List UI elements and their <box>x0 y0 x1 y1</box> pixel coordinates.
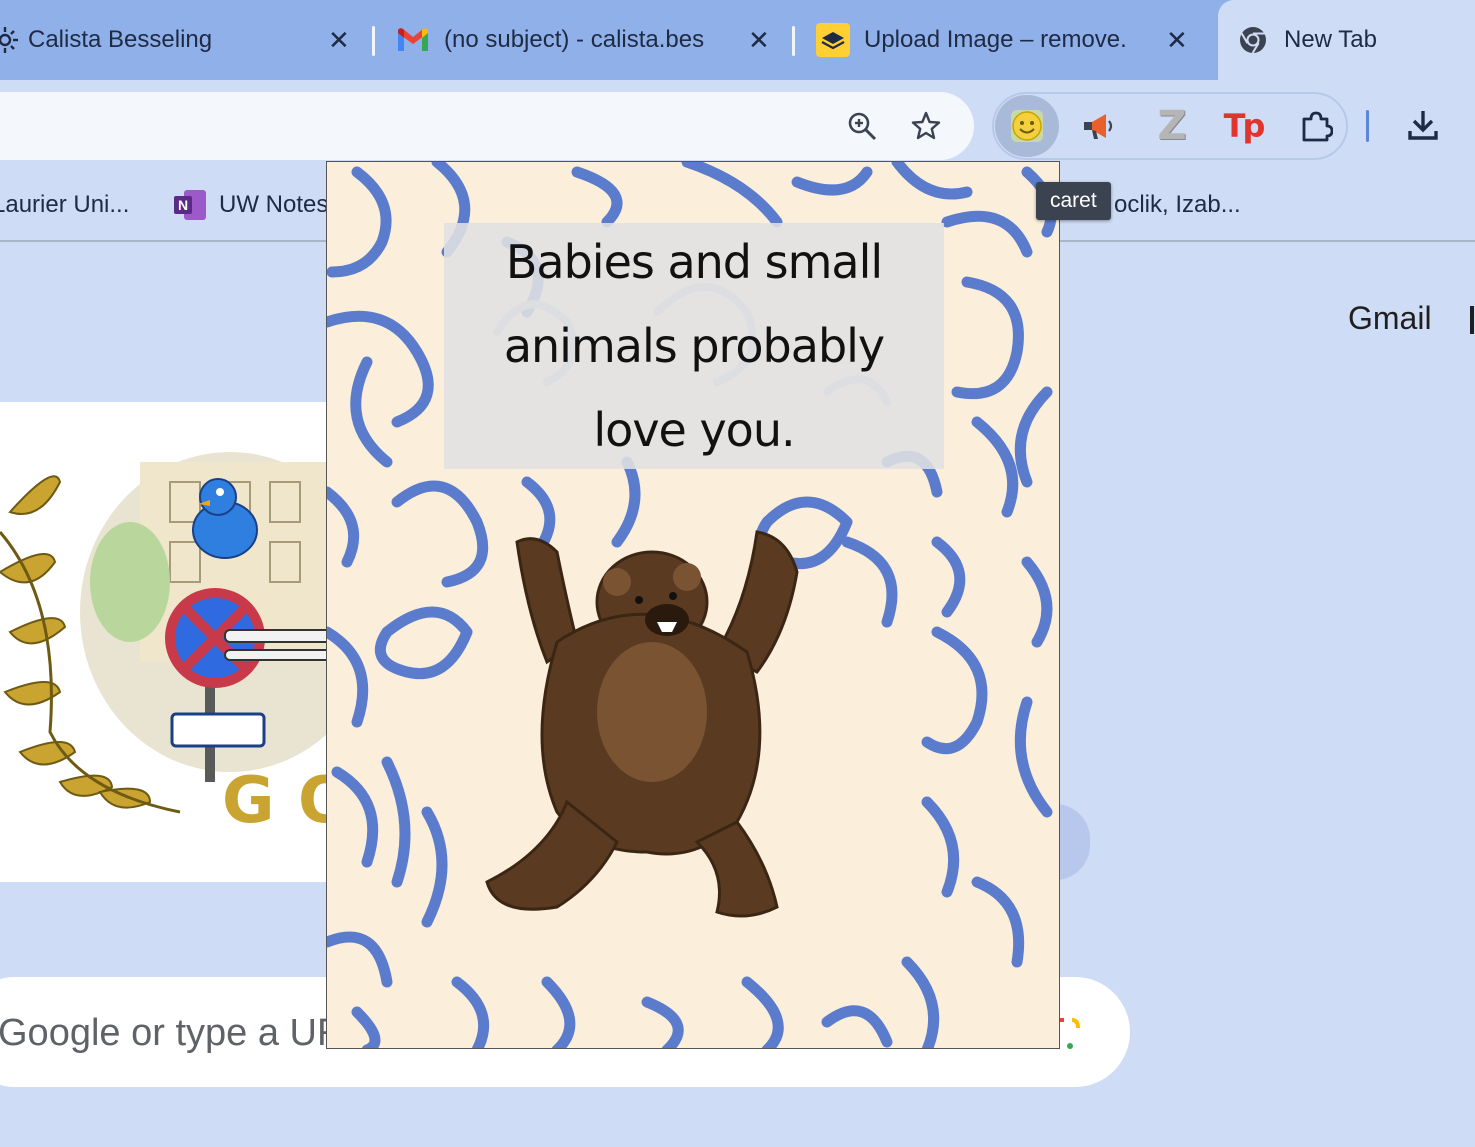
tab-new-tab[interactable]: New Tab <box>1218 0 1475 80</box>
tooltip: caret <box>1036 182 1111 220</box>
bookmark-label: UW Notes <box>219 191 329 218</box>
z-letter: Z <box>1157 103 1187 149</box>
extension-popup[interactable]: Babies and small animals probably love y… <box>326 161 1060 1049</box>
tab-title: Calista Besseling <box>28 26 213 53</box>
tab-separator <box>792 26 795 56</box>
address-bar[interactable] <box>0 92 974 160</box>
z-extension-icon[interactable]: Z <box>1150 103 1194 149</box>
gmail-link[interactable]: Gmail <box>1348 300 1432 337</box>
quote-text: Babies and small animals probably love y… <box>503 235 885 457</box>
tab-remove-bg[interactable]: Upload Image – remove. ✕ <box>816 0 1196 80</box>
close-tab-icon[interactable]: ✕ <box>328 25 350 56</box>
bookmark-star-icon[interactable] <box>906 106 946 146</box>
settings-gear-icon <box>0 23 22 57</box>
bookmark-label: Laurier Uni... <box>0 191 130 218</box>
chrome-icon <box>1236 23 1270 57</box>
bookmark-oclik[interactable]: oclik, Izab... <box>1114 170 1241 240</box>
close-tab-icon[interactable]: ✕ <box>748 25 770 56</box>
bookmark-label: oclik, Izab... <box>1114 191 1241 218</box>
onenote-icon: N <box>174 190 206 220</box>
megaphone-extension-icon[interactable] <box>1078 106 1118 146</box>
extensions-puzzle-icon[interactable] <box>1296 106 1336 146</box>
tab-separator <box>372 26 375 56</box>
tab-gmail[interactable]: (no subject) - calista.bes ✕ <box>396 0 776 80</box>
tab-calista[interactable]: Calista Besseling ✕ <box>0 0 358 80</box>
remove-bg-icon <box>816 23 850 57</box>
search-placeholder: Google or type a URL <box>0 1012 366 1054</box>
bookmark-laurier[interactable]: Laurier Uni... <box>0 170 129 240</box>
toolbar-separator <box>1366 110 1369 142</box>
tp-extension-icon[interactable]: Tp <box>1220 104 1266 148</box>
apps-partial[interactable] <box>1470 306 1474 334</box>
tab-title: Upload Image – remove. <box>864 26 1127 53</box>
gmail-icon <box>396 23 430 57</box>
tab-title: (no subject) - calista.bes <box>444 26 705 53</box>
onenote-letter: N <box>174 196 192 214</box>
download-icon[interactable] <box>1402 104 1444 146</box>
svg-text:G: G <box>222 764 275 838</box>
zoom-icon[interactable] <box>842 106 882 146</box>
google-doodle[interactable]: G O <box>0 402 340 882</box>
tp-letters: Tp <box>1223 107 1266 145</box>
close-tab-icon[interactable]: ✕ <box>1166 25 1188 56</box>
tab-title: New Tab <box>1284 26 1377 53</box>
grizzly-bear-image <box>485 530 799 918</box>
tab-strip: Calista Besseling ✕ (no subject) - calis… <box>0 0 1475 80</box>
smiley-extension-icon[interactable] <box>1007 106 1047 146</box>
quote-card: Babies and small animals probably love y… <box>444 223 944 469</box>
bookmark-uw-notes[interactable]: N UW Notes <box>174 170 328 240</box>
